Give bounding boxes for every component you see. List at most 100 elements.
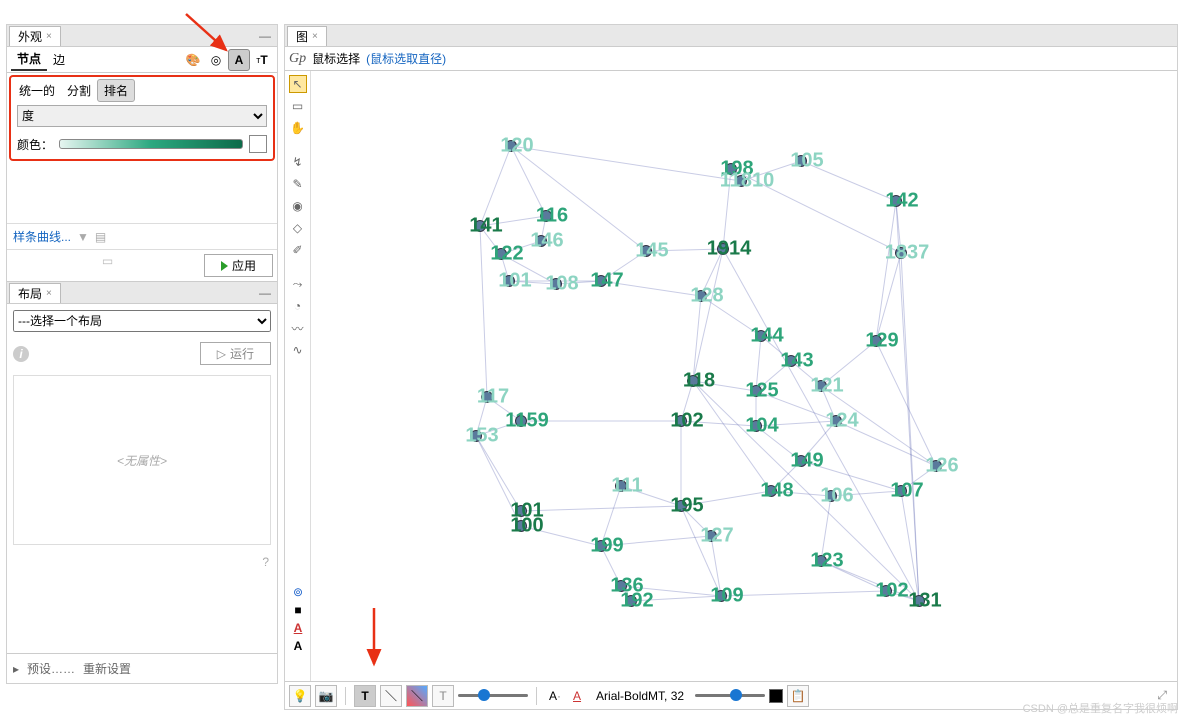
graph-node[interactable] — [675, 415, 687, 427]
graph-node[interactable] — [640, 245, 652, 257]
graph-node[interactable] — [725, 163, 737, 175]
graph-node[interactable] — [625, 595, 637, 607]
edge-pencil-tool[interactable]: 〰 — [289, 319, 307, 337]
graph-node[interactable] — [687, 375, 699, 387]
layout-select[interactable]: ---选择一个布局 — [13, 310, 271, 332]
brush-tool[interactable]: ✎ — [289, 175, 307, 193]
layout-tab[interactable]: 布局 × — [9, 283, 61, 303]
graph-canvas[interactable]: 1201051981181014214111614612214519141837… — [311, 71, 1177, 681]
pointer-tool[interactable]: ↖ — [289, 75, 307, 93]
node-pencil-tool[interactable]: ∿ — [289, 341, 307, 359]
close-icon[interactable]: × — [312, 31, 318, 42]
drag-tool[interactable]: ↯ — [289, 153, 307, 171]
edge-color-icon[interactable]: ＼ — [406, 685, 428, 707]
label-color-swatch[interactable] — [769, 689, 783, 703]
graph-node[interactable] — [895, 485, 907, 497]
tab-ranking[interactable]: 排名 — [97, 79, 135, 102]
graph-node[interactable] — [481, 391, 493, 403]
graph-node[interactable] — [717, 243, 729, 255]
color-gradient[interactable] — [59, 139, 243, 149]
graph-node[interactable] — [715, 590, 727, 602]
graph-node[interactable] — [880, 585, 892, 597]
reset-zoom-icon[interactable]: ■ — [294, 603, 301, 617]
shortest-path-tool[interactable]: ⤳ — [289, 275, 307, 293]
graph-node[interactable] — [735, 175, 747, 187]
mode-edges[interactable]: 边 — [47, 49, 71, 70]
help-icon[interactable]: ? — [7, 551, 277, 573]
bulb-icon[interactable]: 💡 — [289, 685, 311, 707]
minimize-icon[interactable]: — — [253, 286, 277, 300]
graph-node[interactable] — [795, 155, 807, 167]
show-labels-button[interactable]: T — [354, 685, 376, 707]
minimize-icon[interactable]: — — [253, 29, 277, 43]
eraser-tool[interactable]: ◇ — [289, 219, 307, 237]
center-icon[interactable]: ⊚ — [293, 585, 303, 599]
font-A-under[interactable]: A — [569, 689, 585, 703]
edge-thin-icon[interactable]: ＼ — [380, 685, 402, 707]
info-icon[interactable]: i — [13, 346, 29, 362]
graph-node[interactable] — [505, 140, 517, 152]
close-icon[interactable]: × — [46, 288, 52, 299]
tab-unified[interactable]: 统一的 — [13, 80, 61, 101]
filter-icon[interactable]: ▼ — [77, 230, 89, 244]
graph-node[interactable] — [930, 460, 942, 472]
graph-node[interactable] — [595, 540, 607, 552]
graph-tab[interactable]: 图 × — [287, 26, 327, 46]
graph-node[interactable] — [675, 500, 687, 512]
edge-weight-slider[interactable] — [458, 694, 528, 697]
mouse-hint-link[interactable]: (鼠标选取直径) — [366, 50, 446, 67]
rect-select-tool[interactable]: ▭ — [289, 97, 307, 115]
graph-node[interactable] — [474, 220, 486, 232]
graph-node[interactable] — [750, 420, 762, 432]
graph-node[interactable] — [705, 530, 717, 542]
label-A-red[interactable]: A — [294, 621, 303, 635]
font-A-strike[interactable]: A· — [545, 689, 565, 703]
graph-node[interactable] — [795, 455, 807, 467]
graph-node[interactable] — [540, 210, 552, 222]
graph-node[interactable] — [815, 380, 827, 392]
label-A[interactable]: A — [294, 639, 303, 653]
graph-node[interactable] — [755, 330, 767, 342]
graph-node[interactable] — [495, 248, 507, 260]
graph-node[interactable] — [895, 247, 907, 259]
graph-node[interactable] — [515, 505, 527, 517]
sizer-tool[interactable]: ◉ — [289, 197, 307, 215]
graph-node[interactable] — [815, 555, 827, 567]
attributes-icon[interactable]: 📋 — [787, 685, 809, 707]
mode-nodes[interactable]: 节点 — [11, 48, 47, 71]
label-size-slider[interactable] — [695, 694, 765, 697]
apply-button[interactable]: 应用 — [204, 254, 273, 277]
text-outline-icon[interactable]: T — [432, 685, 454, 707]
ranking-attribute-select[interactable]: 度 — [17, 105, 267, 127]
heatmap-tool[interactable]: ◔ — [289, 297, 307, 315]
tab-partition[interactable]: 分割 — [61, 80, 97, 101]
graph-node[interactable] — [913, 595, 925, 607]
graph-node[interactable] — [695, 290, 707, 302]
screenshot-icon[interactable]: 📷 — [315, 685, 337, 707]
preset-link[interactable]: 预设…… — [27, 660, 75, 677]
font-info[interactable]: Arial-BoldMT, 32 — [589, 686, 691, 706]
graph-node[interactable] — [515, 415, 527, 427]
run-button[interactable]: ▷ 运行 — [200, 342, 271, 365]
graph-node[interactable] — [870, 335, 882, 347]
appearance-tab[interactable]: 外观 × — [9, 26, 61, 46]
graph-node[interactable] — [890, 195, 902, 207]
hand-tool[interactable]: ✋ — [289, 119, 307, 137]
color-picker-icon[interactable] — [249, 135, 267, 153]
preset-toggle-icon[interactable]: ▸ — [13, 662, 19, 676]
list-icon[interactable]: ▤ — [95, 230, 106, 244]
graph-node[interactable] — [470, 430, 482, 442]
reset-link[interactable]: 重新设置 — [83, 660, 131, 677]
graph-node[interactable] — [750, 385, 762, 397]
edit-tool[interactable]: ✐ — [289, 241, 307, 259]
graph-node[interactable] — [550, 278, 562, 290]
graph-node[interactable] — [615, 580, 627, 592]
label-size-icon[interactable]: тT — [251, 49, 273, 71]
spline-link[interactable]: 样条曲线... — [13, 228, 71, 245]
graph-node[interactable] — [765, 485, 777, 497]
graph-node[interactable] — [785, 355, 797, 367]
graph-node[interactable] — [595, 275, 607, 287]
graph-node[interactable] — [615, 480, 627, 492]
graph-node[interactable] — [503, 275, 515, 287]
graph-node[interactable] — [830, 415, 842, 427]
